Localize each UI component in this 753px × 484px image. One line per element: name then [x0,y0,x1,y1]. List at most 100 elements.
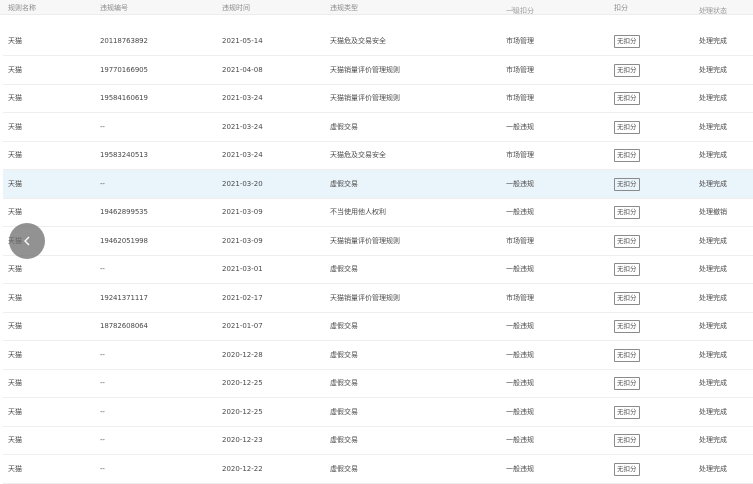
violation-id-cell: 19462899535 [100,208,148,216]
violation-id-cell: 19241371117 [100,293,148,302]
platform-cell: 天猫 [8,65,22,74]
sort-icon[interactable]: ⇕ [510,6,515,13]
violation-date-cell: 2021-01-07 [222,322,263,330]
status-cell: 处理完成 [699,436,727,444]
violation-date-cell: 2020-12-28 [222,350,263,359]
violation-type-cell: 虚假交易 [330,464,358,473]
platform-cell: 天猫 [8,94,22,102]
header-rule-name: 规则名称 [8,4,36,12]
violation-id-cell: 19770166905 [100,65,148,74]
violation-id-cell: 19462051998 [100,236,148,245]
table-row[interactable]: 天猫 -- 2020-12-28 虚假交易 一般违规 无扣分 处理完成 [3,341,753,370]
table-row[interactable]: 天猫 -- 2020-12-25 虚假交易 一般违规 无扣分 处理完成 [3,398,753,427]
deduction-badge: 无扣分 [614,405,640,419]
violation-type-cell: 虚假交易 [330,122,358,131]
category-cell: 一般违规 [506,122,534,131]
violation-id-cell: -- [100,179,105,188]
violation-id-cell: -- [100,265,105,273]
violation-date-cell: 2021-03-09 [222,236,263,245]
table-row[interactable]: 天猫 -- 2020-12-23 虚假交易 一般违规 无扣分 处理完成 [3,426,753,455]
category-cell: 市场管理 [506,65,534,74]
status-cell: 处理完成 [699,322,727,330]
table-row[interactable]: 天猫 19583240513 2021-03-24 天猫危及交易安全 市场管理 无扣分 处理… [3,141,753,170]
table-row[interactable]: 天猫 18782608064 2021-01-07 虚假交易 一般违规 无扣分 处理完成 [3,312,753,341]
table-row[interactable]: 天猫 -- 2021-03-24 虚假交易 一般违规 无扣分 处理完成 [3,113,753,142]
deduction-badge: 无扣分 [614,348,640,362]
category-cell: 市场管理 [506,151,534,159]
violation-id-cell: -- [100,407,105,416]
violation-type-cell: 虚假交易 [330,322,358,330]
platform-cell: 天猫 [8,464,22,473]
deduction-badge: 无扣分 [614,320,640,333]
table-row[interactable]: 天猫 -- 2020-12-25 虚假交易 一般违规 无扣分 处理完成 [3,369,753,398]
table-row[interactable]: 天猫 19584160619 2021-03-24 天猫销量评价管理规则 市场管理 无扣分… [3,84,753,113]
category-cell: 市场管理 [506,37,534,45]
status-cell: 处理完成 [699,407,727,416]
deduction-badge: 无扣分 [614,291,640,305]
deduction-badge: 无扣分 [614,149,640,162]
status-cell: 处理撤销 [699,208,727,216]
platform-cell: 天猫 [8,151,22,159]
platform-cell: 天猫 [8,379,22,387]
table-row[interactable]: 天猫 20118763892 2021-05-14 天猫危及交易安全 市场管理 无扣分 处理… [3,27,753,56]
table-row[interactable]: 天猫 -- 2020-12-22 虚假交易 一般违规 无扣分 处理完成 [3,455,753,484]
deduction-badge: 无扣分 [614,377,640,390]
platform-cell: 天猫 [8,208,22,216]
category-cell: 一般违规 [506,208,534,216]
violation-date-cell: 2021-04-08 [222,65,263,74]
deduction-badge: 无扣分 [614,462,640,476]
violation-date-cell: 2021-03-24 [222,151,263,159]
status-cell: 处理完成 [699,379,727,387]
deduction-badge: 无扣分 [614,177,640,191]
violation-type-cell: 不当使用他人权利 [330,208,386,216]
table-row[interactable]: 天猫 -- 2021-03-01 虚假交易 一般违规 无扣分 处理完成 [3,255,753,284]
table-row[interactable]: 天猫 19462899535 2021-03-09 不当使用他人权利 一般违规 无扣分 处理… [3,198,753,227]
table-row[interactable]: 天猫 -- 2021-03-20 虚假交易 一般违规 无扣分 处理完成 [3,169,753,199]
violation-type-cell: 天猫销量评价管理规则 [330,236,400,245]
platform-cell: 天猫 [8,407,22,416]
violation-date-cell: 2021-03-09 [222,208,263,216]
violation-date-cell: 2020-12-23 [222,436,263,444]
deduction-badge: 无扣分 [614,63,640,77]
table-row[interactable]: 天猫 19241371117 2021-02-17 天猫销量评价管理规则 市场管理 无扣分… [3,284,753,313]
violation-type-cell: 虚假交易 [330,179,358,188]
sort-icon[interactable]: ⇕ [703,6,708,13]
platform-cell: 天猫 [8,265,22,273]
deduction-badge: 无扣分 [614,92,640,105]
violation-date-cell: 2021-03-01 [222,265,263,273]
violation-type-cell: 天猫销量评价管理规则 [330,293,400,302]
platform-cell: 天猫 [8,350,22,359]
platform-cell: 天猫 [8,293,22,302]
platform-cell: 天猫 [8,322,22,330]
chevron-left-icon [24,236,30,246]
violation-id-cell: 20118763892 [100,37,148,45]
violation-type-cell: 虚假交易 [330,407,358,416]
status-cell: 处理完成 [699,94,727,102]
violation-date-cell: 2020-12-25 [222,407,263,416]
status-cell: 处理完成 [699,265,727,273]
category-cell: 一般违规 [506,265,534,273]
violation-date-cell: 2021-05-14 [222,37,263,45]
violation-id-cell: -- [100,436,105,444]
table-row[interactable]: 天猫194620519982021-03-09天猫销量评价管理规则市场管理无扣分… [3,227,753,256]
back-button[interactable] [9,223,45,259]
violation-date-cell: 2021-03-20 [222,179,263,188]
violation-type-cell: 天猫危及交易安全 [330,151,386,159]
header-violation-type: 违规类型 [330,4,358,12]
deduction-badge: 无扣分 [614,206,640,219]
violation-type-cell: 天猫销量评价管理规则 [330,94,400,102]
platform-cell: 天猫 [8,122,22,131]
status-cell: 处理完成 [699,350,727,359]
violation-date-cell: 2021-03-24 [222,122,263,131]
status-cell: 处理完成 [699,151,727,159]
category-cell: 一般违规 [506,436,534,444]
table-row[interactable]: 天猫 19770166905 2021-04-08 天猫销量评价管理规则 市场管理 无扣分… [3,56,753,85]
status-cell: 处理完成 [699,293,727,302]
violation-id-cell: -- [100,122,105,131]
violation-date-cell: 2020-12-22 [222,464,263,473]
deduction-badge: 无扣分 [614,263,640,276]
status-cell: 处理完成 [699,122,727,131]
status-cell: 处理完成 [699,236,727,245]
header-violation-time: 违规时间 [222,4,250,12]
category-cell: 一般违规 [506,322,534,330]
